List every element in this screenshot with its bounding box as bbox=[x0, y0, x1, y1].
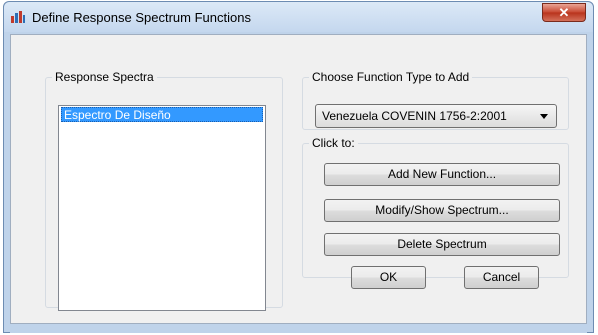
response-spectra-list[interactable]: Espectro De Diseño bbox=[58, 105, 266, 311]
function-type-group: Choose Function Type to Add Venezuela CO… bbox=[302, 70, 569, 130]
function-type-dropdown[interactable]: Venezuela COVENIN 1756-2:2001 bbox=[315, 104, 557, 128]
add-new-function-button[interactable]: Add New Function... bbox=[324, 163, 560, 186]
close-icon: ✕ bbox=[558, 5, 570, 20]
function-type-legend: Choose Function Type to Add bbox=[312, 70, 470, 84]
dialog-window: Define Response Spectrum Functions ✕ Res… bbox=[3, 1, 594, 333]
chevron-down-icon[interactable] bbox=[540, 114, 548, 119]
cancel-button[interactable]: Cancel bbox=[464, 266, 539, 289]
modify-show-spectrum-button[interactable]: Modify/Show Spectrum... bbox=[324, 199, 560, 222]
window-bottom-border bbox=[10, 325, 587, 333]
dialog-body: Response Spectra Espectro De Diseño Choo… bbox=[10, 34, 587, 324]
function-type-value: Venezuela COVENIN 1756-2:2001 bbox=[322, 109, 507, 123]
delete-spectrum-button[interactable]: Delete Spectrum bbox=[324, 233, 560, 256]
ok-button[interactable]: OK bbox=[351, 266, 426, 289]
response-spectra-legend: Response Spectra bbox=[55, 70, 154, 84]
title-bar[interactable]: Define Response Spectrum Functions ✕ bbox=[4, 2, 593, 32]
click-to-legend: Click to: bbox=[312, 136, 355, 150]
close-button[interactable]: ✕ bbox=[542, 3, 586, 22]
click-to-group: Click to: Add New Function... Modify/Sho… bbox=[302, 136, 569, 278]
app-icon bbox=[11, 11, 25, 23]
list-item[interactable]: Espectro De Diseño bbox=[61, 107, 263, 122]
response-spectra-group: Response Spectra Espectro De Diseño bbox=[45, 70, 283, 311]
window-title: Define Response Spectrum Functions bbox=[32, 10, 251, 25]
